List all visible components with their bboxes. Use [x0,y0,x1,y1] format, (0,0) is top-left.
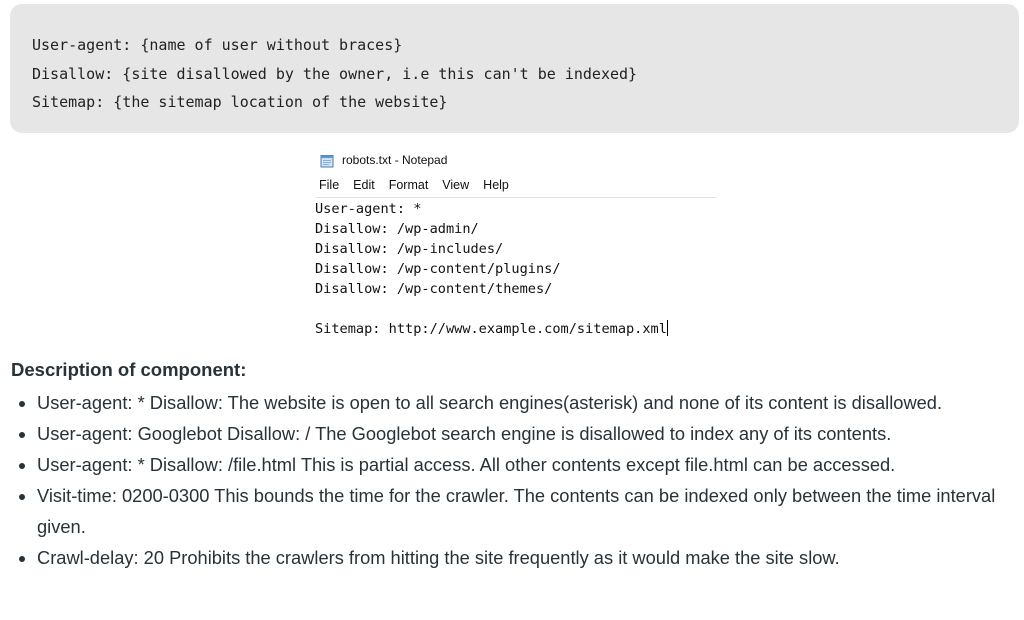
notepad-menubar: File Edit Format View Help [319,178,523,192]
notepad-icon [320,153,335,168]
description-list: User-agent: * Disallow: The website is o… [11,387,1016,573]
editor-line: Disallow: /wp-includes/ [315,241,504,257]
editor-line: Disallow: /wp-admin/ [315,221,479,237]
description-section: Description of component: User-agent: * … [11,357,1016,573]
code-block: User-agent: {name of user without braces… [10,4,1019,133]
list-item: Visit-time: 0200-0300 This bounds the ti… [37,480,1016,542]
menu-view[interactable]: View [442,178,469,192]
editor-line-text: Sitemap: http://www.example.com/sitemap.… [315,321,667,337]
list-item: User-agent: * Disallow: /file.html This … [37,449,1016,480]
notepad-title: robots.txt - Notepad [342,153,448,167]
code-line: Sitemap: {the sitemap location of the we… [32,93,448,111]
text-caret [666,320,668,336]
menu-edit[interactable]: Edit [353,178,375,192]
list-item: Crawl-delay: 20 Prohibits the crawlers f… [37,542,1016,573]
menu-help[interactable]: Help [483,178,509,192]
menu-format[interactable]: Format [389,178,429,192]
menubar-divider [316,197,716,198]
menu-file[interactable]: File [319,178,339,192]
editor-line: Disallow: /wp-content/themes/ [315,281,553,297]
code-line: User-agent: {name of user without braces… [32,36,403,54]
list-item: User-agent: Googlebot Disallow: / The Go… [37,418,1016,449]
list-item: User-agent: * Disallow: The website is o… [37,387,1016,418]
notepad-text-area[interactable]: User-agent: * Disallow: /wp-admin/ Disal… [315,199,717,339]
editor-line: User-agent: * [315,201,422,217]
code-line: Disallow: {site disallowed by the owner,… [32,64,638,83]
notepad-window: robots.txt - Notepad File Edit Format Vi… [314,148,718,344]
editor-line: Disallow: /wp-content/plugins/ [315,261,561,277]
notepad-titlebar: robots.txt - Notepad [320,151,447,169]
editor-line-last: Sitemap: http://www.example.com/sitemap.… [315,319,717,339]
description-heading: Description of component: [11,359,247,380]
